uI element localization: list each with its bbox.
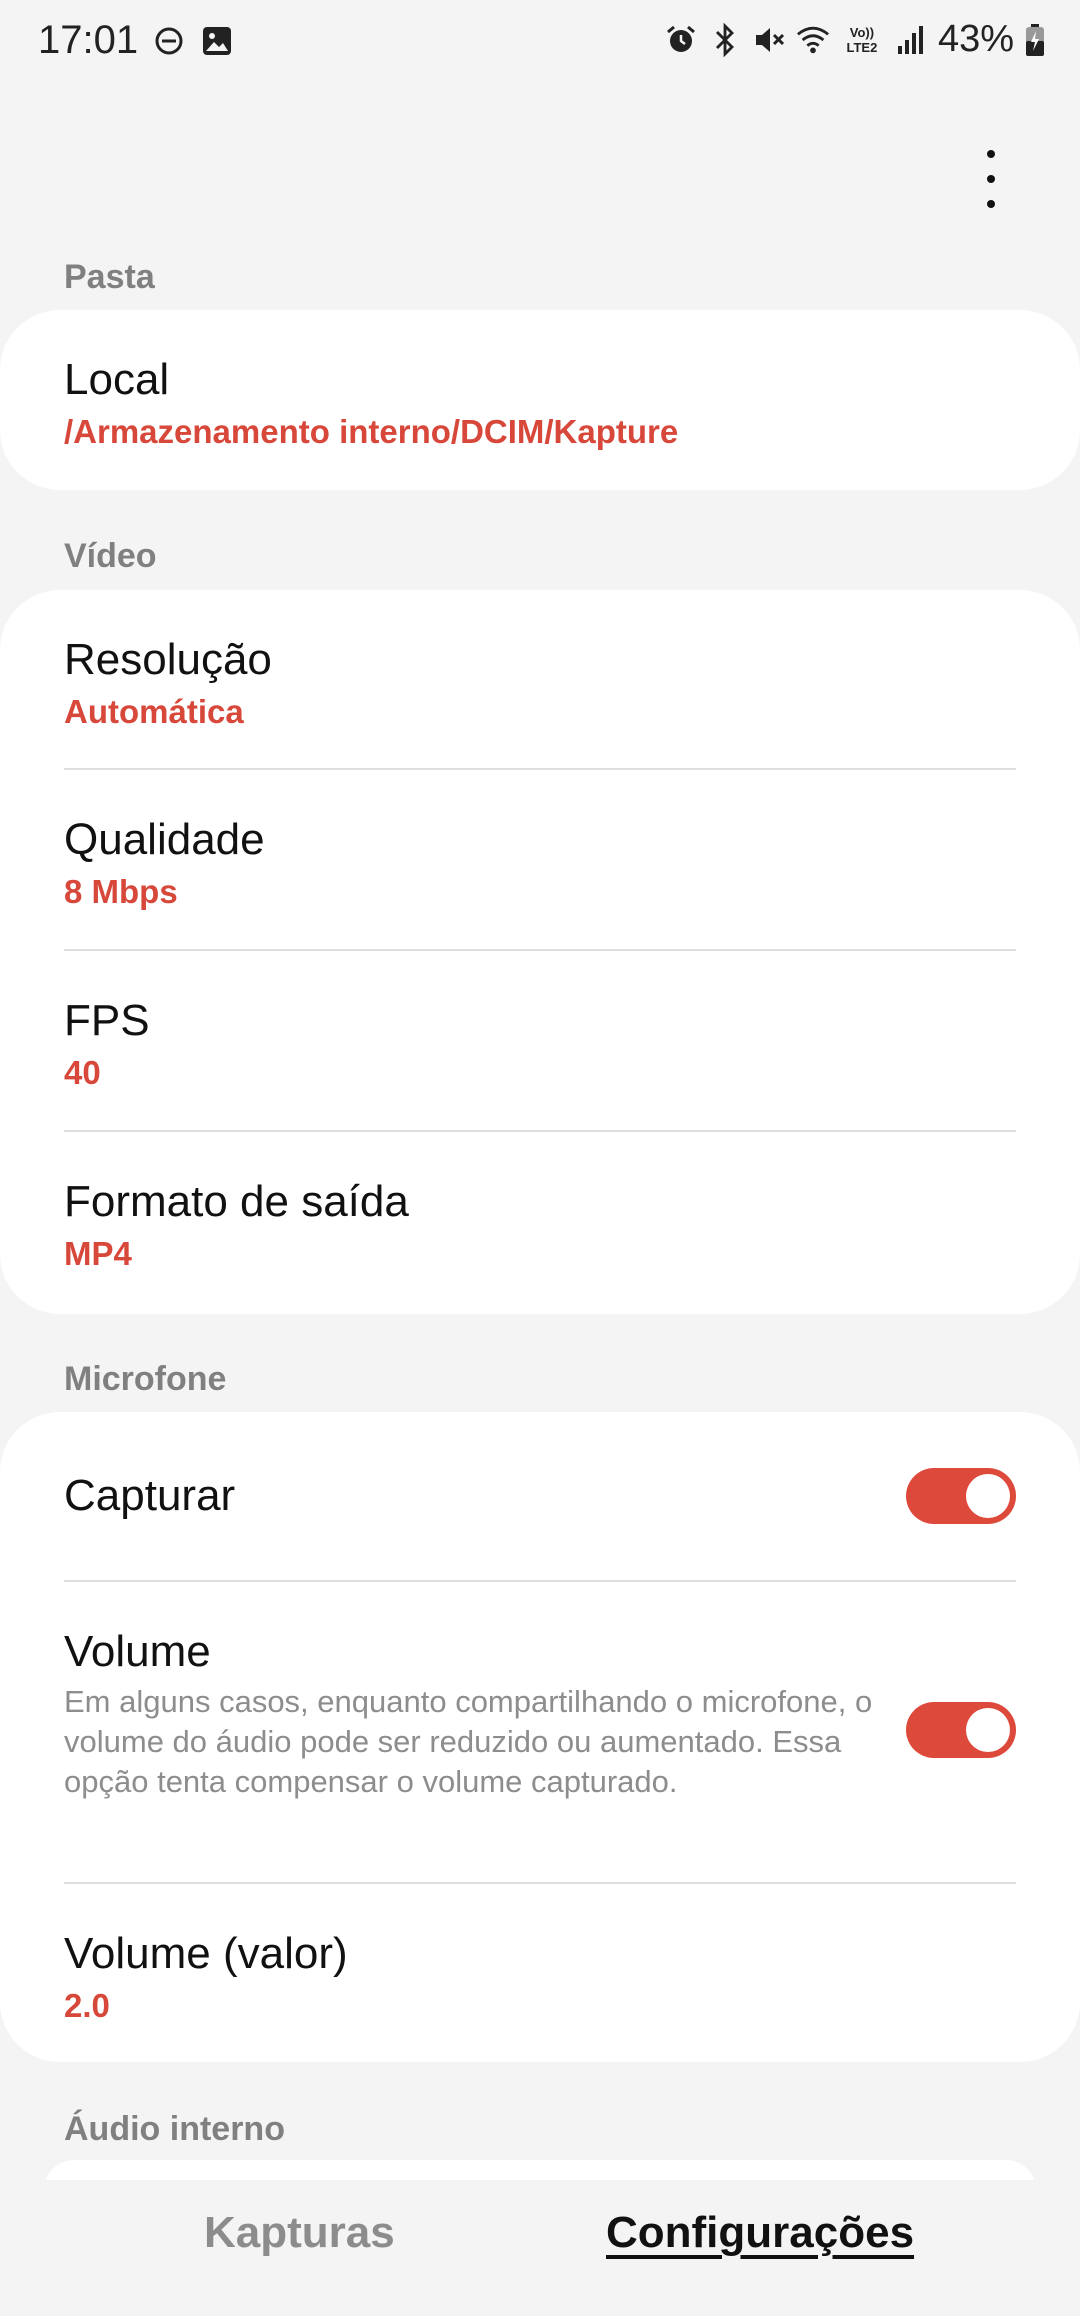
bottom-navigation: Kapturas Configurações <box>0 2180 1080 2316</box>
setting-local[interactable]: Local /Armazenamento interno/DCIM/Kaptur… <box>64 310 1016 452</box>
more-vertical-icon <box>987 150 995 158</box>
alarm-icon <box>664 21 698 59</box>
setting-title: Volume (valor) <box>64 1929 348 1978</box>
toggle-knob <box>966 1474 1010 1518</box>
setting-volume[interactable]: Volume Em alguns casos, enquanto compart… <box>64 1580 1016 1882</box>
status-bar: 17:01 Vo)) LTE2 43% <box>0 0 1080 84</box>
setting-value: 2.0 <box>64 1987 110 2024</box>
setting-resolucao[interactable]: Resolução Automática <box>64 590 1016 768</box>
card-video: Resolução Automática Qualidade 8 Mbps FP… <box>0 590 1080 1314</box>
gallery-icon <box>200 22 234 60</box>
more-dot <box>987 175 995 183</box>
setting-title: Volume <box>64 1627 211 1676</box>
setting-formato-saida[interactable]: Formato de saída MP4 <box>64 1130 1016 1310</box>
battery-percent: 43% <box>937 18 1014 60</box>
setting-value: MP4 <box>64 1235 132 1272</box>
section-header-microfone: Microfone <box>64 1360 227 1398</box>
setting-title: Resolução <box>64 635 272 684</box>
setting-value: /Armazenamento interno/DCIM/Kapture <box>64 413 679 450</box>
setting-value: Automática <box>64 693 244 730</box>
signal-icon <box>894 21 928 59</box>
tab-configuracoes[interactable]: Configurações <box>606 2208 914 2258</box>
volte-label-bottom: LTE2 <box>846 39 878 55</box>
setting-title: FPS <box>64 996 150 1045</box>
capturar-toggle[interactable] <box>906 1468 1016 1524</box>
setting-title: Formato de saída <box>64 1177 409 1226</box>
volume-toggle[interactable] <box>906 1702 1016 1758</box>
setting-title: Local <box>64 355 170 404</box>
tab-kapturas[interactable]: Kapturas <box>204 2208 395 2258</box>
toggle-knob <box>966 1708 1010 1752</box>
more-options-button[interactable] <box>966 150 1016 208</box>
setting-title: Capturar <box>64 1471 236 1520</box>
setting-value: 8 Mbps <box>64 873 178 910</box>
setting-capturar[interactable]: Capturar <box>64 1412 1016 1580</box>
setting-title: Qualidade <box>64 815 265 864</box>
setting-value: 40 <box>64 1054 101 1091</box>
section-header-video: Vídeo <box>64 537 157 575</box>
card-pasta: Local /Armazenamento interno/DCIM/Kaptur… <box>0 310 1080 490</box>
section-header-audio-interno: Áudio interno <box>64 2110 285 2148</box>
bluetooth-icon <box>708 21 742 59</box>
wifi-icon <box>796 21 830 59</box>
setting-fps[interactable]: FPS 40 <box>64 949 1016 1130</box>
more-dot <box>987 200 995 208</box>
card-microfone: Capturar Volume Em alguns casos, enquant… <box>0 1412 1080 2062</box>
volte-icon: Vo)) LTE2 <box>840 21 884 59</box>
mute-icon <box>752 21 786 59</box>
dnd-icon <box>152 22 186 60</box>
status-time: 17:01 <box>38 18 139 62</box>
setting-volume-valor[interactable]: Volume (valor) 2.0 <box>64 1882 1016 2062</box>
setting-qualidade[interactable]: Qualidade 8 Mbps <box>64 768 1016 949</box>
battery-charging-icon <box>1024 21 1046 59</box>
volte-label-top: Vo)) <box>849 24 875 40</box>
section-header-pasta: Pasta <box>64 258 155 296</box>
setting-description: Em alguns casos, enquanto compartilhando… <box>64 1684 873 1799</box>
